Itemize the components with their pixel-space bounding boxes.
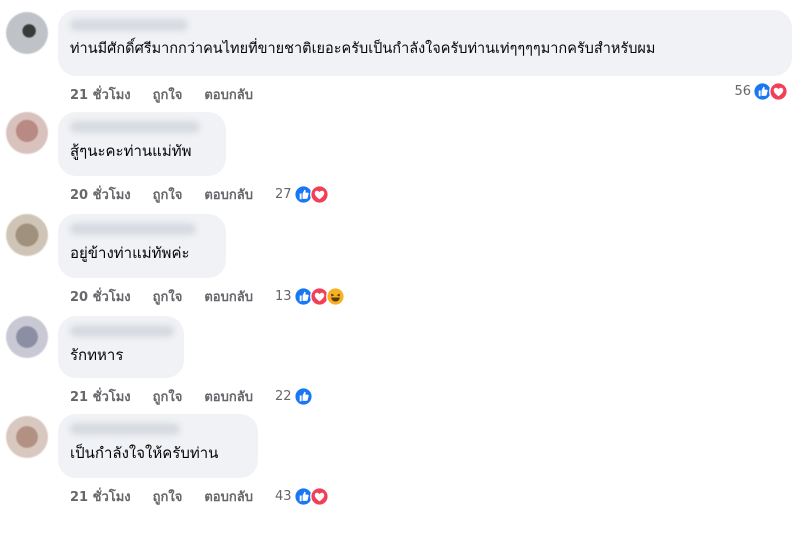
reply-button[interactable]: ตอบกลับ [204,486,253,507]
commenter-name-blurred[interactable] [70,423,180,435]
reaction-count: 22 [274,389,292,404]
love-icon [309,487,329,506]
like-button[interactable]: ถูกใจ [153,386,183,407]
comment-bubble: สู้ๆนะคะท่านแม่ทัพ [58,112,226,176]
reaction-summary[interactable]: 56 [734,82,788,101]
reaction-summary[interactable]: 22 [275,387,313,406]
comment-bubble: รักทหาร [58,316,184,378]
reaction-summary[interactable]: 13 [275,287,345,306]
comment-actions: 21 ชั่วโมง ถูกใจ ตอบกลับ 22 [70,386,313,407]
reaction-count: 13 [274,289,292,304]
timestamp[interactable]: 21 ชั่วโมง [70,84,131,105]
like-button[interactable]: ถูกใจ [153,486,183,507]
commenter-name-blurred[interactable] [70,121,200,133]
commenter-name-blurred[interactable] [70,325,174,337]
avatar[interactable] [6,416,48,458]
avatar[interactable] [6,214,48,256]
comment-text: ท่านมีศักดิ์ศรีมากกว่าคนไทยที่ขายชาติเยอ… [70,41,656,57]
like-icon [293,387,313,406]
timestamp[interactable]: 21 ชั่วโมง [70,386,131,407]
avatar[interactable] [6,316,48,358]
comment-text: รักทหาร [70,346,124,364]
comment-text: อยู่ข้างท่าแม่ทัพค่ะ [70,244,190,262]
comment-actions: 20 ชั่วโมง ถูกใจ ตอบกลับ 13 [70,286,345,307]
avatar[interactable] [6,112,48,154]
like-button[interactable]: ถูกใจ [153,286,183,307]
avatar[interactable] [6,12,48,54]
reply-button[interactable]: ตอบกลับ [204,84,253,105]
reply-button[interactable]: ตอบกลับ [204,286,253,307]
timestamp[interactable]: 20 ชั่วโมง [70,286,131,307]
commenter-name-blurred[interactable] [70,19,188,31]
like-button[interactable]: ถูกใจ [153,184,183,205]
comment-text: เป็นกำลังใจให้ครับท่าน [70,444,219,462]
commenter-name-blurred[interactable] [70,223,196,235]
comment-bubble: อยู่ข้างท่าแม่ทัพค่ะ [58,214,226,278]
love-icon [309,185,329,204]
reaction-summary[interactable]: 27 [275,185,329,204]
comment-actions: 21 ชั่วโมง ถูกใจ ตอบกลับ [70,84,275,105]
reply-button[interactable]: ตอบกลับ [204,184,253,205]
reply-button[interactable]: ตอบกลับ [204,386,253,407]
timestamp[interactable]: 20 ชั่วโมง [70,184,131,205]
haha-icon [325,287,345,306]
comment-bubble: ท่านมีศักดิ์ศรีมากกว่าคนไทยที่ขายชาติเยอ… [58,10,792,76]
love-icon [769,82,788,101]
like-button[interactable]: ถูกใจ [153,84,183,105]
comment-bubble: เป็นกำลังใจให้ครับท่าน [58,414,258,478]
timestamp[interactable]: 21 ชั่วโมง [70,486,131,507]
reaction-count: 56 [734,84,751,99]
reaction-count: 43 [274,489,292,504]
comment-actions: 20 ชั่วโมง ถูกใจ ตอบกลับ 27 [70,184,329,205]
comment-text: สู้ๆนะคะท่านแม่ทัพ [70,142,192,160]
comment-actions: 21 ชั่วโมง ถูกใจ ตอบกลับ 43 [70,486,329,507]
reaction-summary[interactable]: 43 [275,487,329,506]
reaction-count: 27 [274,187,292,202]
